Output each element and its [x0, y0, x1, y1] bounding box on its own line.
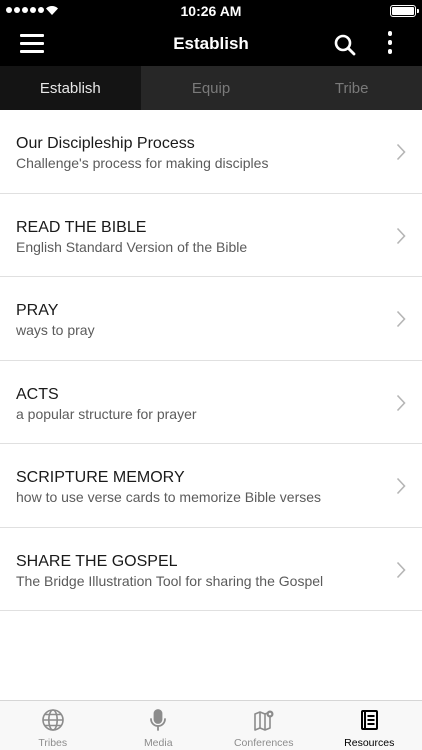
chevron-right-icon	[396, 227, 406, 244]
list-item-scripture-memory[interactable]: SCRIPTURE MEMORY how to use verse cards …	[0, 444, 422, 528]
microphone-icon	[150, 709, 167, 731]
battery-icon	[390, 5, 419, 17]
resource-list: Our Discipleship Process Challenge's pro…	[0, 110, 422, 611]
chevron-right-icon	[396, 143, 406, 161]
list-item-share-the-gospel[interactable]: SHARE THE GOSPEL The Bridge Illustration…	[0, 527, 422, 611]
list-item-pray[interactable]: PRAY ways to pray	[0, 277, 422, 361]
navigation-bar: Establish	[0, 22, 422, 66]
list-item-title: ACTS	[16, 385, 59, 403]
search-icon[interactable]	[333, 33, 357, 57]
more-vertical-icon[interactable]	[383, 31, 397, 57]
list-item-title: Our Discipleship Process	[16, 135, 195, 152]
tab-bar-label: Conferences	[233, 737, 294, 749]
tab-tribe[interactable]: Tribe	[281, 66, 422, 110]
list-item-subtitle: how to use verse cards to memorize Bible…	[16, 489, 322, 505]
tab-bar-conferences[interactable]: Conferences	[211, 701, 317, 750]
list-item-subtitle: English Standard Version of the Bible	[16, 238, 248, 255]
status-time: 10:26 AM	[180, 3, 242, 19]
tab-bar-media[interactable]: Media	[106, 701, 212, 750]
tab-equip[interactable]: Equip	[141, 66, 282, 110]
list-item-read-the-bible[interactable]: READ THE BIBLE English Standard Version …	[0, 193, 422, 277]
status-bar: 10:26 AM	[0, 0, 422, 22]
chevron-right-icon	[396, 561, 406, 578]
tab-bar-tribes[interactable]: Tribes	[0, 701, 106, 750]
tab-bar-label: Tribes	[38, 737, 68, 749]
map-pin-icon	[253, 710, 274, 731]
bottom-tab-bar: Tribes Media Conferences Resources	[0, 700, 422, 750]
list-item-subtitle: ways to pray	[16, 322, 95, 338]
list-item-title: SHARE THE GOSPEL	[16, 552, 178, 570]
tab-establish[interactable]: Establish	[0, 66, 141, 110]
list-item-acts[interactable]: ACTS a popular structure for prayer	[0, 360, 422, 444]
segment-tabs: Establish Equip Tribe	[0, 66, 422, 110]
list-item-title: PRAY	[16, 302, 59, 319]
chevron-right-icon	[396, 394, 406, 411]
tab-bar-resources[interactable]: Resources	[317, 701, 422, 750]
book-icon	[361, 710, 379, 730]
chevron-right-icon	[396, 310, 406, 328]
list-item-title: SCRIPTURE MEMORY	[16, 469, 185, 486]
chevron-right-icon	[396, 477, 406, 495]
list-item-discipleship-process[interactable]: Our Discipleship Process Challenge's pro…	[0, 110, 422, 194]
list-item-subtitle: a popular structure for prayer	[16, 405, 197, 422]
list-item-subtitle: The Bridge Illustration Tool for sharing…	[16, 572, 324, 589]
tab-bar-label: Media	[143, 737, 173, 749]
tab-bar-label: Resources	[344, 737, 395, 749]
hamburger-menu-icon[interactable]	[20, 34, 44, 54]
list-item-subtitle: Challenge's process for making disciples	[16, 155, 269, 171]
globe-icon	[41, 709, 64, 731]
list-item-title: READ THE BIBLE	[16, 218, 147, 236]
page-title: Establish	[173, 34, 249, 53]
screen: 10:26 AM Establish Establish Equip Tribe…	[0, 0, 422, 750]
